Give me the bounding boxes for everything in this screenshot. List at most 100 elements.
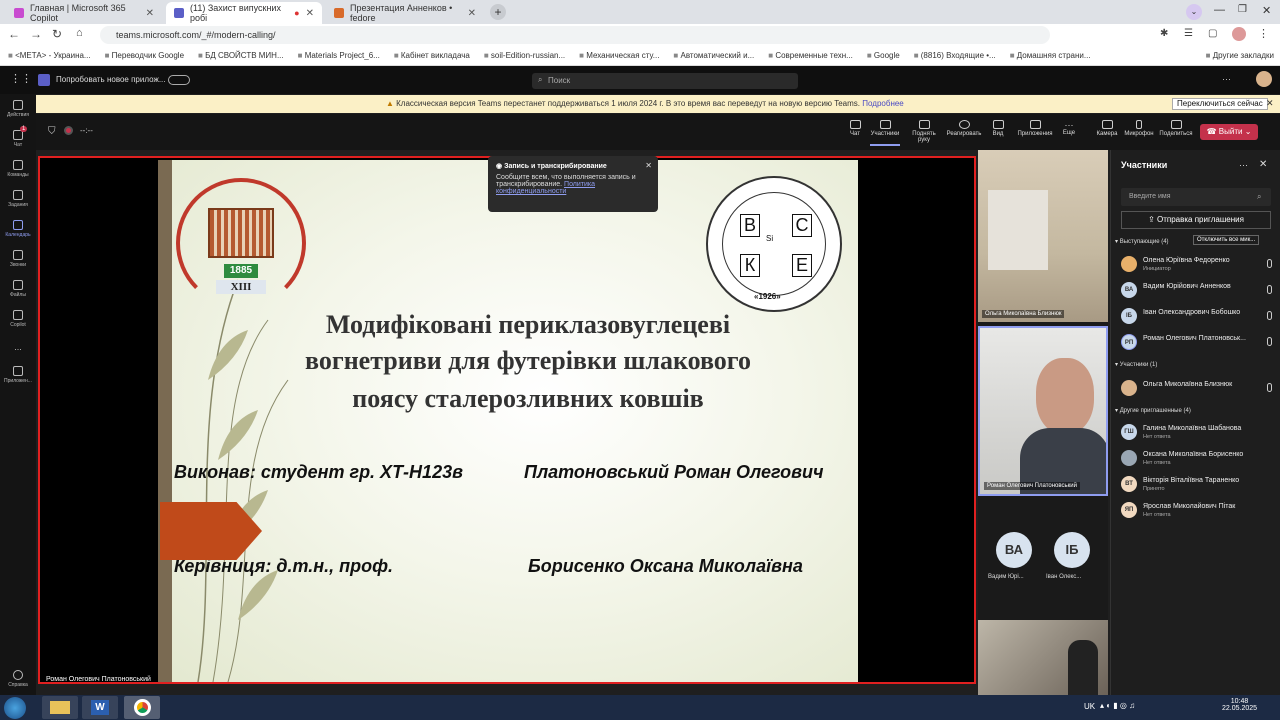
participant-row[interactable]: ЯП Ярослав Миколайович Пітак Нет ответа bbox=[1121, 502, 1276, 522]
participant-row[interactable]: ГШ Галина Миколаївна Шабанова Нет ответа bbox=[1121, 424, 1276, 444]
other-bookmarks[interactable]: Другие закладки bbox=[1206, 51, 1274, 60]
chrome-icon[interactable] bbox=[124, 696, 160, 719]
participant-row[interactable]: ВТ Вікторія Віталіївна Тараненко Принято bbox=[1121, 476, 1276, 496]
browser-tab[interactable]: Главная | Microsoft 365 Copilot ✕ bbox=[6, 2, 162, 24]
home-icon[interactable]: ⌂ bbox=[76, 27, 83, 39]
video-tile[interactable] bbox=[978, 620, 1108, 695]
forward-icon[interactable]: → bbox=[30, 27, 42, 41]
minimize-icon[interactable]: — bbox=[1214, 4, 1225, 16]
participant-row[interactable]: РП Роман Олегович Платоновськ... bbox=[1121, 334, 1276, 354]
apps-button[interactable]: Приложения bbox=[1016, 120, 1054, 137]
browser-tab-active[interactable]: (11) Захист випускних робі ● ✕ bbox=[166, 2, 322, 24]
reload-icon[interactable]: ↻ bbox=[52, 27, 62, 41]
rail-item-calls[interactable]: Звонки bbox=[0, 250, 36, 268]
switch-now-button[interactable]: Переключиться сейчас bbox=[1172, 98, 1268, 110]
participant-row[interactable]: ВА Вадим Юрійович Анненков bbox=[1121, 282, 1276, 302]
rail-item-activity[interactable]: Действия bbox=[0, 100, 36, 118]
chat-button[interactable]: Чат bbox=[840, 120, 870, 137]
bookmark[interactable]: Materials Project_6... bbox=[298, 51, 380, 60]
app-launcher-icon[interactable]: ⋮⋮ bbox=[10, 72, 32, 85]
language-indicator[interactable]: UK bbox=[1084, 702, 1095, 711]
bookmark[interactable]: Кабінет викладача bbox=[394, 51, 470, 60]
camera-button[interactable]: Камера bbox=[1092, 120, 1122, 137]
system-clock[interactable]: 10:48 22.05.2025 bbox=[1222, 698, 1257, 712]
start-button[interactable] bbox=[4, 697, 26, 719]
others-header[interactable]: ▾ Другие приглашенные (4) bbox=[1115, 407, 1191, 414]
department-logo-ring bbox=[722, 192, 826, 296]
more-options-icon[interactable]: ··· bbox=[1222, 74, 1231, 84]
participant-row[interactable]: Оксана Миколаївна Борисенко Нет ответа bbox=[1121, 450, 1276, 470]
file-explorer-icon[interactable] bbox=[42, 696, 78, 719]
word-icon[interactable]: W bbox=[82, 696, 118, 719]
reading-list-icon[interactable]: ☰ bbox=[1184, 28, 1193, 39]
profile-avatar[interactable] bbox=[1232, 27, 1246, 41]
tab-search-icon[interactable]: ⌄ bbox=[1186, 4, 1202, 20]
attendees-header[interactable]: ▾ Участники (1) bbox=[1115, 361, 1157, 368]
raise-hand-button[interactable]: Поднять руку bbox=[906, 120, 942, 143]
close-notice-icon[interactable]: ✕ bbox=[645, 161, 652, 170]
bookmark[interactable]: Автоматический и... bbox=[673, 51, 754, 60]
avatar[interactable]: ВА bbox=[996, 532, 1032, 568]
sidepanel-icon[interactable]: ▢ bbox=[1208, 28, 1217, 39]
tray-icons[interactable]: ▴ ◐ ▮ ◎ ♫ bbox=[1100, 701, 1135, 710]
phone-hangup-icon: ☎ bbox=[1206, 127, 1219, 136]
participant-search-input[interactable]: Введите имя bbox=[1121, 188, 1271, 206]
bookmark[interactable]: Современные техн... bbox=[768, 51, 853, 60]
back-icon[interactable]: ← bbox=[8, 27, 20, 41]
chat-icon bbox=[849, 120, 861, 129]
avatar[interactable]: ІБ bbox=[1054, 532, 1090, 568]
rail-item-files[interactable]: Файлы bbox=[0, 280, 36, 298]
presenters-header[interactable]: ▾ Выступающие (4) bbox=[1115, 238, 1169, 245]
microphone-button[interactable]: Микрофон bbox=[1122, 120, 1156, 137]
share-icon bbox=[1170, 120, 1182, 129]
bookmark[interactable]: Google bbox=[867, 51, 900, 60]
user-avatar[interactable] bbox=[1256, 71, 1272, 87]
rail-item-chat[interactable]: 1 Чат bbox=[0, 126, 36, 148]
rail-item-assignments[interactable]: Задания bbox=[0, 190, 36, 208]
mute-all-button[interactable]: Отключить все мик... bbox=[1193, 235, 1260, 245]
close-banner-icon[interactable]: ✕ bbox=[1266, 98, 1274, 109]
bookmark[interactable]: Домашняя страни... bbox=[1010, 51, 1091, 60]
rail-item-help[interactable]: Справка bbox=[0, 670, 36, 688]
react-button[interactable]: Реагировать bbox=[946, 120, 982, 137]
bookmark[interactable]: (8816) Входящие •... bbox=[914, 51, 996, 60]
leave-button[interactable]: ☎ Выйти ⌄ bbox=[1200, 124, 1258, 140]
extensions-icon[interactable]: ✱ bbox=[1160, 28, 1168, 39]
participant-row[interactable]: Олена Юріївна Федоренко Инициатор bbox=[1121, 256, 1276, 276]
close-tab-icon[interactable]: ✕ bbox=[146, 8, 154, 19]
more-button[interactable]: ··· Еще bbox=[1054, 120, 1084, 136]
maximize-icon[interactable]: ❐ bbox=[1238, 4, 1247, 15]
bookmark[interactable]: <МЕТА> - Украина... bbox=[8, 51, 91, 60]
bookmark[interactable]: Переводчик Google bbox=[105, 51, 184, 60]
rail-item-copilot[interactable]: Copilot bbox=[0, 310, 36, 328]
shield-icon[interactable]: ⛉ bbox=[48, 126, 56, 137]
close-tab-icon[interactable]: ✕ bbox=[468, 8, 476, 19]
rail-item-more[interactable]: ... bbox=[0, 342, 36, 352]
menu-icon[interactable]: ⋮ bbox=[1258, 27, 1269, 40]
bookmark[interactable]: БД СВОЙСТВ МИН... bbox=[198, 51, 284, 60]
rail-item-calendar[interactable]: Календарь bbox=[0, 220, 36, 238]
close-window-icon[interactable]: ✕ bbox=[1262, 4, 1271, 17]
rail-item-apps[interactable]: Приложен... bbox=[0, 366, 36, 384]
close-panel-icon[interactable]: ✕ bbox=[1259, 159, 1267, 170]
rail-item-teams[interactable]: Команды bbox=[0, 160, 36, 178]
participant-row[interactable]: ІБ Іван Олександрович Бобошко bbox=[1121, 308, 1276, 328]
search-input[interactable]: Поиск bbox=[532, 73, 798, 89]
share-button[interactable]: Поделиться bbox=[1158, 120, 1194, 137]
close-tab-icon[interactable]: ✕ bbox=[306, 8, 314, 19]
participant-row[interactable]: Ольга Миколаївна Близнюк bbox=[1121, 380, 1276, 400]
participants-button[interactable]: Участники bbox=[870, 120, 900, 146]
view-button[interactable]: Вид bbox=[983, 120, 1013, 137]
new-teams-toggle[interactable] bbox=[168, 75, 190, 85]
url-field[interactable]: teams.microsoft.com/_#/modern-calling/ bbox=[100, 26, 1050, 44]
more-options-icon[interactable]: ··· bbox=[1239, 160, 1248, 170]
browser-tab[interactable]: Презентация Анненков • fedore ✕ bbox=[326, 2, 484, 24]
banner-link[interactable]: Подробнее bbox=[862, 99, 904, 108]
bookmark[interactable]: Механическая сту... bbox=[579, 51, 659, 60]
send-invite-button[interactable]: ⇪ Отправка приглашения bbox=[1121, 211, 1271, 229]
bookmark[interactable]: soil-Edition-russian... bbox=[484, 51, 565, 60]
video-tile-active-speaker[interactable]: Роман Олегович Платоновський bbox=[978, 326, 1108, 496]
video-tile[interactable]: Ольга Миколаївна Близнюк bbox=[978, 150, 1108, 322]
new-tab-button[interactable]: + bbox=[490, 4, 506, 20]
tab-label: Презентация Анненков • fedore bbox=[350, 3, 453, 23]
